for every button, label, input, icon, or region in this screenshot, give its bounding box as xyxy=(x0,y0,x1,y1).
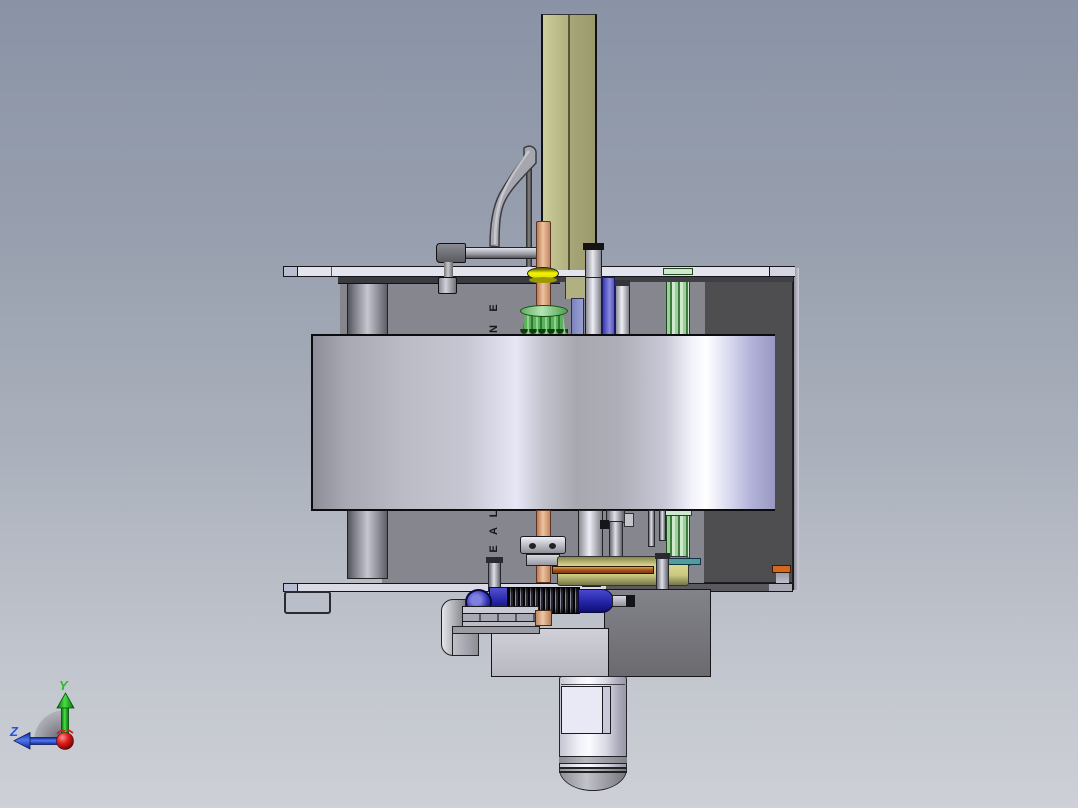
support-pin-cap xyxy=(655,553,670,559)
motor-junction-box xyxy=(561,686,611,734)
panel-letter: A xyxy=(488,527,500,535)
blue-violet-shaft xyxy=(602,277,615,335)
copper-bushing xyxy=(535,610,552,626)
motor-rim-line xyxy=(561,684,625,685)
support-pin-cap xyxy=(486,557,503,563)
plate-seam xyxy=(331,267,332,276)
yellow-washer-shadow xyxy=(529,277,557,283)
capped-shaft xyxy=(585,249,602,278)
side-plate-edge xyxy=(793,268,799,590)
plate-right-segment xyxy=(769,267,795,276)
worm-tip xyxy=(612,595,627,607)
column-shade xyxy=(570,15,595,270)
axis-z-label: Z xyxy=(9,724,19,739)
motor[interactable] xyxy=(559,676,627,791)
idler-shaft xyxy=(615,285,630,335)
panel-letter: E xyxy=(488,304,500,312)
coupling-lower xyxy=(526,554,560,566)
coupling-hole xyxy=(529,543,536,549)
brown-bar xyxy=(552,566,654,574)
support-pin xyxy=(656,557,669,592)
hex-bolt-head xyxy=(438,277,457,294)
panel-hole xyxy=(600,520,609,529)
spacer-block xyxy=(624,513,634,527)
hook-bracket[interactable] xyxy=(284,591,331,614)
bearing-shaft xyxy=(609,521,623,560)
worm-shaft-right xyxy=(578,589,614,613)
flange-leg xyxy=(452,633,479,656)
orange-clip xyxy=(772,565,791,573)
plate-end-tab xyxy=(284,584,298,591)
motor-ring-line xyxy=(559,771,627,773)
rod-end-fitting xyxy=(436,243,466,263)
shaft-cap xyxy=(583,243,604,250)
flanged-coupling[interactable] xyxy=(520,536,566,554)
guide-rail-upper-cap xyxy=(663,268,693,275)
teal-strip xyxy=(667,558,701,565)
origin-sphere[interactable] xyxy=(56,732,74,750)
slide-block xyxy=(571,298,584,335)
panel-letter: E xyxy=(488,545,500,553)
motor-ring-line xyxy=(559,767,627,769)
orange-clip-shadow xyxy=(776,573,789,583)
junction-box-edge xyxy=(602,687,610,733)
axis-y-arrowhead[interactable] xyxy=(56,692,75,709)
plate-right-segment xyxy=(769,584,792,591)
label-drum[interactable] xyxy=(311,334,775,511)
spindle-shaft-upper xyxy=(585,277,602,335)
axis-y-label: Y xyxy=(59,678,69,693)
motor-band xyxy=(559,756,627,764)
guide-rail-upper[interactable] xyxy=(666,274,690,335)
cad-viewport[interactable]: E N L A E Y Z xyxy=(0,0,1078,808)
drive-shaft xyxy=(578,510,603,558)
bolt-shaft xyxy=(444,262,453,278)
thin-rod xyxy=(659,510,666,541)
idler-shaft-cap xyxy=(615,280,630,286)
plate-end-tab xyxy=(284,267,298,276)
gearbox-housing-light[interactable] xyxy=(491,628,609,677)
thin-rod xyxy=(648,510,655,547)
coupling-hole xyxy=(549,543,556,549)
bevel-gear-rim xyxy=(520,305,568,317)
orientation-triad[interactable]: Y Z xyxy=(8,678,118,764)
worm-tip-end xyxy=(626,595,635,607)
column-foot-block xyxy=(565,277,585,299)
